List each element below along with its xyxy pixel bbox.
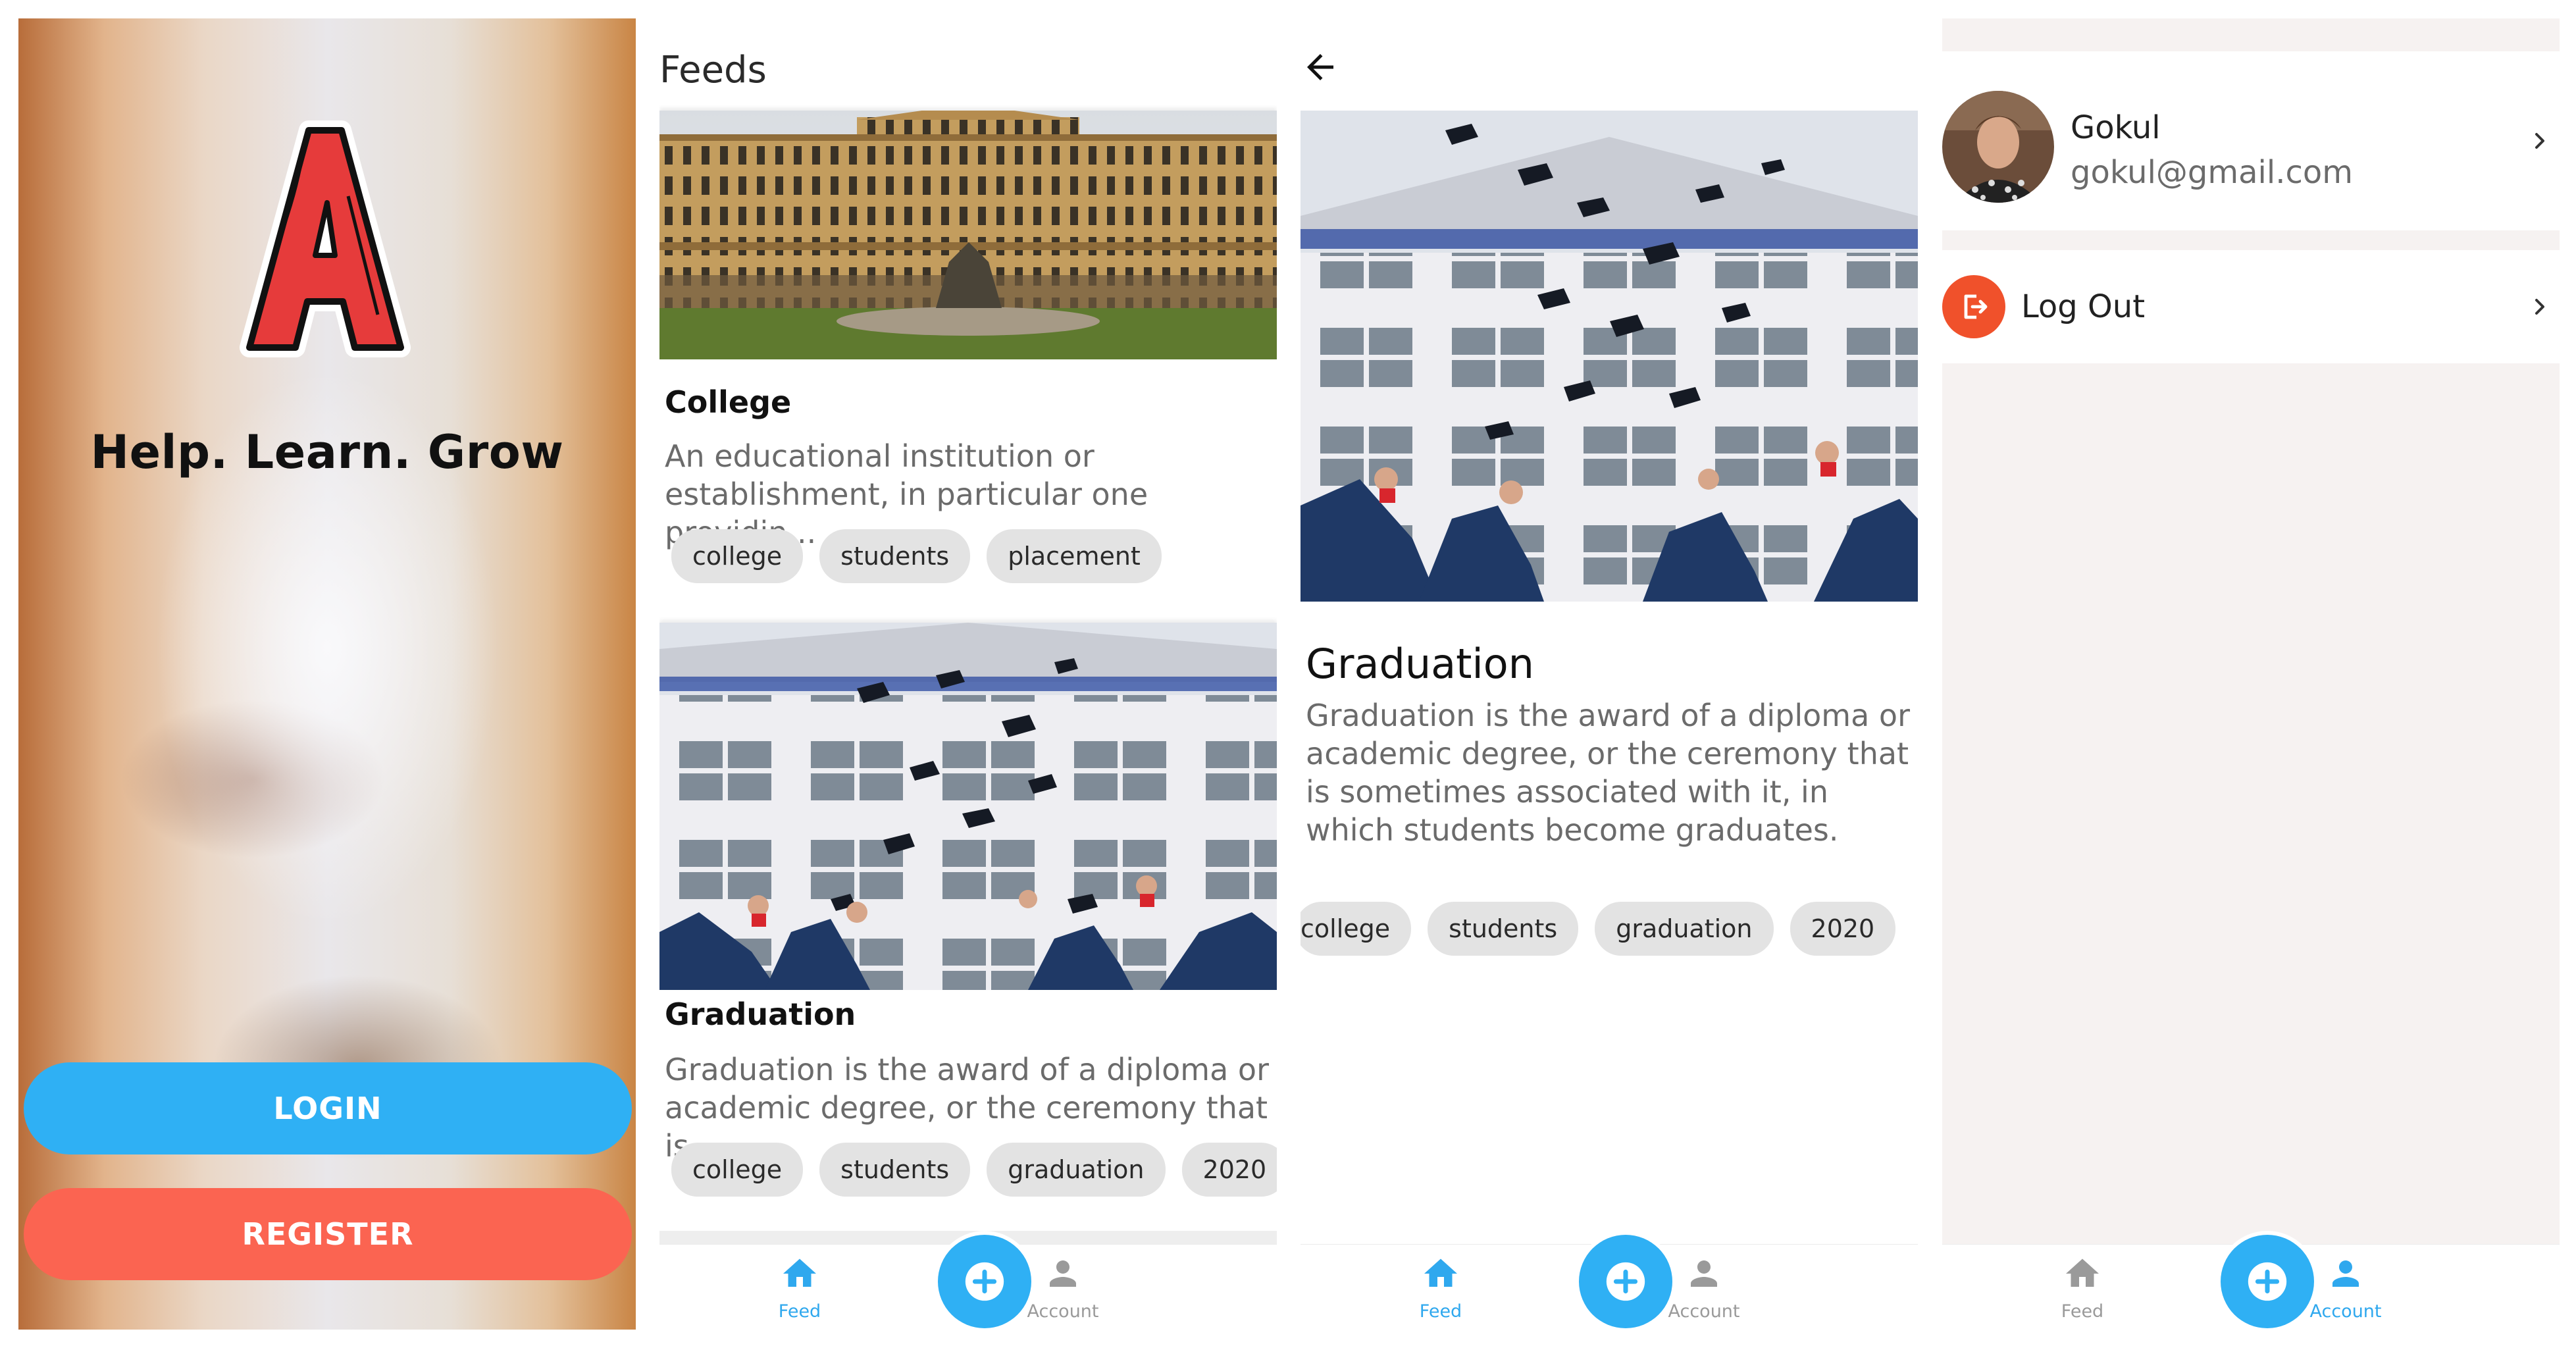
chevron-right-icon: [2535, 133, 2544, 149]
user-email: gokul@gmail.com: [2071, 154, 2353, 191]
detail-description: Graduation is the award of a diploma or …: [1306, 698, 1910, 848]
home-icon: [1424, 1258, 1457, 1287]
add-post-button[interactable]: [2217, 1231, 2318, 1330]
tag-chip[interactable]: 2020: [1181, 1143, 1277, 1197]
post-tags: college students graduation 2020: [671, 1143, 1277, 1197]
tag-chip[interactable]: students: [819, 529, 971, 583]
person-icon: [1050, 1260, 1076, 1287]
detail-tags: college students graduation 2020: [1301, 902, 1896, 956]
nav-feed-label: Feed: [2061, 1301, 2104, 1322]
avatar: [1942, 91, 2054, 203]
tagline: Help. Learn. Grow: [90, 425, 564, 479]
page-title: Feeds: [659, 49, 767, 91]
person-icon: [2332, 1260, 2359, 1287]
add-post-button[interactable]: [1575, 1231, 1676, 1330]
post-detail-screen: Graduation Graduation is the award of a …: [1301, 18, 1918, 1330]
detail-title: Graduation: [1306, 640, 1534, 688]
login-button[interactable]: LOGIN: [24, 1062, 632, 1154]
post-title: College: [665, 384, 792, 420]
feeds-screen: Feeds College An educational institution…: [659, 18, 1277, 1330]
tag-chip[interactable]: graduation: [987, 1143, 1166, 1197]
tag-chip[interactable]: 2020: [1790, 902, 1896, 956]
nav-feed[interactable]: Feed: [1375, 1254, 1507, 1322]
home-icon: [2066, 1258, 2099, 1287]
add-circle-icon: [965, 1262, 1004, 1301]
logout-badge: [1942, 275, 2005, 338]
nav-feed[interactable]: Feed: [734, 1254, 865, 1322]
user-name: Gokul: [2071, 109, 2161, 146]
profile-row[interactable]: Gokul gokul@gmail.com: [1942, 51, 2560, 230]
post-image-college[interactable]: [659, 111, 1277, 359]
post-title: Graduation: [665, 997, 856, 1032]
add-circle-icon: [1606, 1262, 1645, 1301]
detail-image: [1301, 111, 1918, 602]
top-spacer: [1942, 18, 2560, 51]
back-arrow-icon[interactable]: [1301, 47, 1340, 87]
app-logo-icon: [240, 120, 411, 357]
account-screen: Gokul gokul@gmail.com Log Out Feed Accou…: [1942, 18, 2560, 1330]
nav-feed-label: Feed: [778, 1301, 821, 1322]
logout-label: Log Out: [2021, 288, 2146, 325]
post-image-graduation[interactable]: [659, 623, 1277, 990]
nav-feed-label: Feed: [1419, 1301, 1462, 1322]
nav-feed[interactable]: Feed: [2017, 1254, 2148, 1322]
tag-chip[interactable]: college: [1301, 902, 1412, 956]
register-button[interactable]: REGISTER: [24, 1188, 632, 1280]
logout-icon: [1964, 294, 1988, 319]
chevron-right-icon: [2535, 299, 2544, 315]
add-circle-icon: [2248, 1262, 2287, 1301]
welcome-screen: Help. Learn. Grow LOGIN REGISTER: [18, 18, 636, 1330]
logout-row[interactable]: Log Out: [1942, 250, 2560, 363]
tag-chip[interactable]: graduation: [1595, 902, 1774, 956]
tag-chip[interactable]: college: [671, 1143, 804, 1197]
post-tags: college students placement: [671, 529, 1162, 583]
tag-chip[interactable]: placement: [987, 529, 1162, 583]
add-post-button[interactable]: [934, 1231, 1035, 1330]
home-icon: [783, 1258, 816, 1287]
tag-chip[interactable]: students: [1428, 902, 1579, 956]
person-icon: [1691, 1260, 1717, 1287]
tag-chip[interactable]: college: [671, 529, 804, 583]
tag-chip[interactable]: students: [819, 1143, 971, 1197]
